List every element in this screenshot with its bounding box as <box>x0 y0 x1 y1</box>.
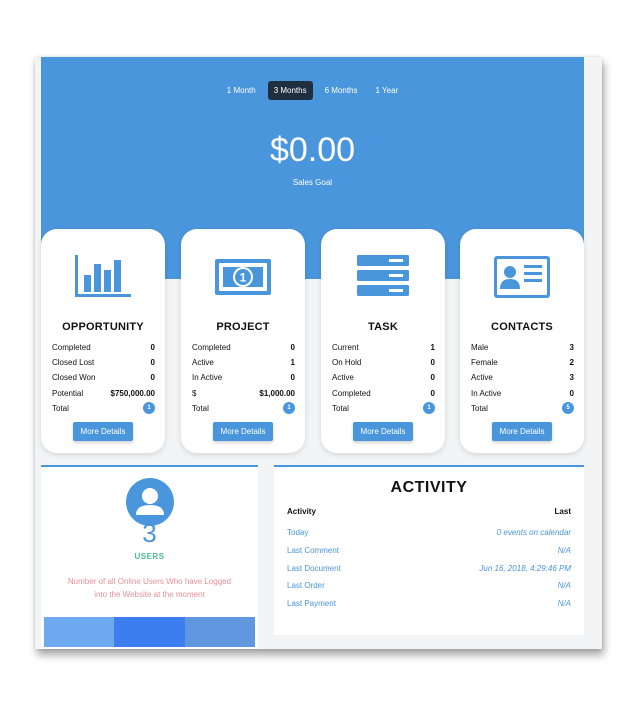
strip-segment <box>114 617 185 647</box>
stat-row: Completed 0 <box>332 388 435 398</box>
stat-row: Completed 0 <box>52 343 155 353</box>
users-count: 3 <box>142 518 157 548</box>
stat-row: On Hold 0 <box>332 358 435 368</box>
stat-row: Potential $750,000.00 <box>52 388 155 398</box>
card-title: PROJECT <box>216 321 270 333</box>
activity-link[interactable]: Last Order <box>287 581 325 590</box>
activity-row: Last Payment N/A <box>287 599 571 609</box>
bar-chart-icon <box>75 255 131 297</box>
total-row: Total 1 <box>332 401 435 416</box>
users-panel: 3 USERS Number of all Online Users Who h… <box>41 465 258 649</box>
contacts-card: CONTACTS Male 3 Female 2 Active 3 In Active… <box>460 229 584 453</box>
activity-row: Last Order N/A <box>287 581 571 591</box>
card-title: OPPORTUNITY <box>62 321 144 333</box>
stat-row: In Active 0 <box>471 388 574 398</box>
stat-row: Completed 0 <box>192 343 295 353</box>
stat-row: Active 3 <box>471 373 574 383</box>
stat-row: Active 1 <box>192 358 295 368</box>
sales-goal-label: Sales Goal <box>292 178 333 187</box>
card-title: CONTACTS <box>491 321 553 333</box>
more-details-button[interactable]: More Details <box>213 422 273 441</box>
task-card: TASK Current 1 On Hold 0 Active 0 Completed… <box>321 229 445 453</box>
period-6-months[interactable]: 6 Months <box>319 81 364 100</box>
more-details-button[interactable]: More Details <box>353 422 413 441</box>
period-1-month[interactable]: 1 Month <box>221 81 262 100</box>
users-description: Number of all Online Users Who have Logg… <box>67 577 232 599</box>
stat-row: Closed Lost 0 <box>52 358 155 368</box>
sales-goal-value: $0.00 <box>269 131 356 169</box>
task-list-icon <box>357 255 409 296</box>
opportunity-card: OPPORTUNITY Completed 0 Closed Lost 0 Clos… <box>41 229 165 453</box>
strip-segment <box>184 617 255 647</box>
project-card: 1 PROJECT Completed 0 Active 1 In Active 0 … <box>181 229 305 453</box>
activity-link[interactable]: Today <box>287 528 308 537</box>
period-3-months[interactable]: 3 Months <box>267 81 313 100</box>
col-last: Last <box>554 507 571 516</box>
dashboard-frame: 1 Month 3 Months 6 Months 1 Year $0.00 S… <box>35 57 602 649</box>
stat-row: Female 2 <box>471 358 574 368</box>
activity-row: Last Comment N/A <box>287 546 571 556</box>
period-1-year[interactable]: 1 Year <box>370 81 405 100</box>
stat-row: $ $1,000.00 <box>192 388 295 398</box>
activity-row: Last Document Jun 16, 2018, 4:29:46 PM <box>287 563 571 573</box>
total-badge: 1 <box>143 402 155 415</box>
col-activity: Activity <box>287 507 316 516</box>
stat-row: Active 0 <box>332 373 435 383</box>
stat-row: In Active 0 <box>192 373 295 383</box>
stat-row: Current 1 <box>332 343 435 353</box>
banknote-icon: 1 <box>215 259 271 295</box>
stat-row: Male 3 <box>471 343 574 353</box>
activity-row: Today 0 events on calendar <box>287 528 571 538</box>
more-details-button[interactable]: More Details <box>492 422 552 441</box>
activity-link[interactable]: Last Payment <box>287 599 336 608</box>
activity-link[interactable]: Last Comment <box>287 546 339 555</box>
period-selector: 1 Month 3 Months 6 Months 1 Year <box>41 81 584 100</box>
users-color-strip <box>44 617 255 647</box>
card-title: TASK <box>368 321 398 333</box>
activity-header-row: Activity Last <box>287 507 571 516</box>
activity-link[interactable]: Last Document <box>287 564 341 573</box>
activity-title: ACTIVITY <box>390 479 468 496</box>
stat-row: Closed Won 0 <box>52 373 155 383</box>
total-badge: 5 <box>562 402 574 415</box>
contact-card-icon <box>494 256 550 298</box>
total-badge: 1 <box>283 402 295 415</box>
activity-panel: ACTIVITY Activity Last Today 0 events on … <box>274 465 584 635</box>
total-row: Total 1 <box>192 401 295 416</box>
svg-text:1: 1 <box>240 271 247 285</box>
total-row: Total 5 <box>471 401 574 416</box>
strip-segment <box>44 617 115 647</box>
users-label: USERS <box>134 552 165 561</box>
total-badge: 1 <box>423 402 435 415</box>
total-row: Total 1 <box>52 401 155 416</box>
more-details-button[interactable]: More Details <box>73 422 133 441</box>
